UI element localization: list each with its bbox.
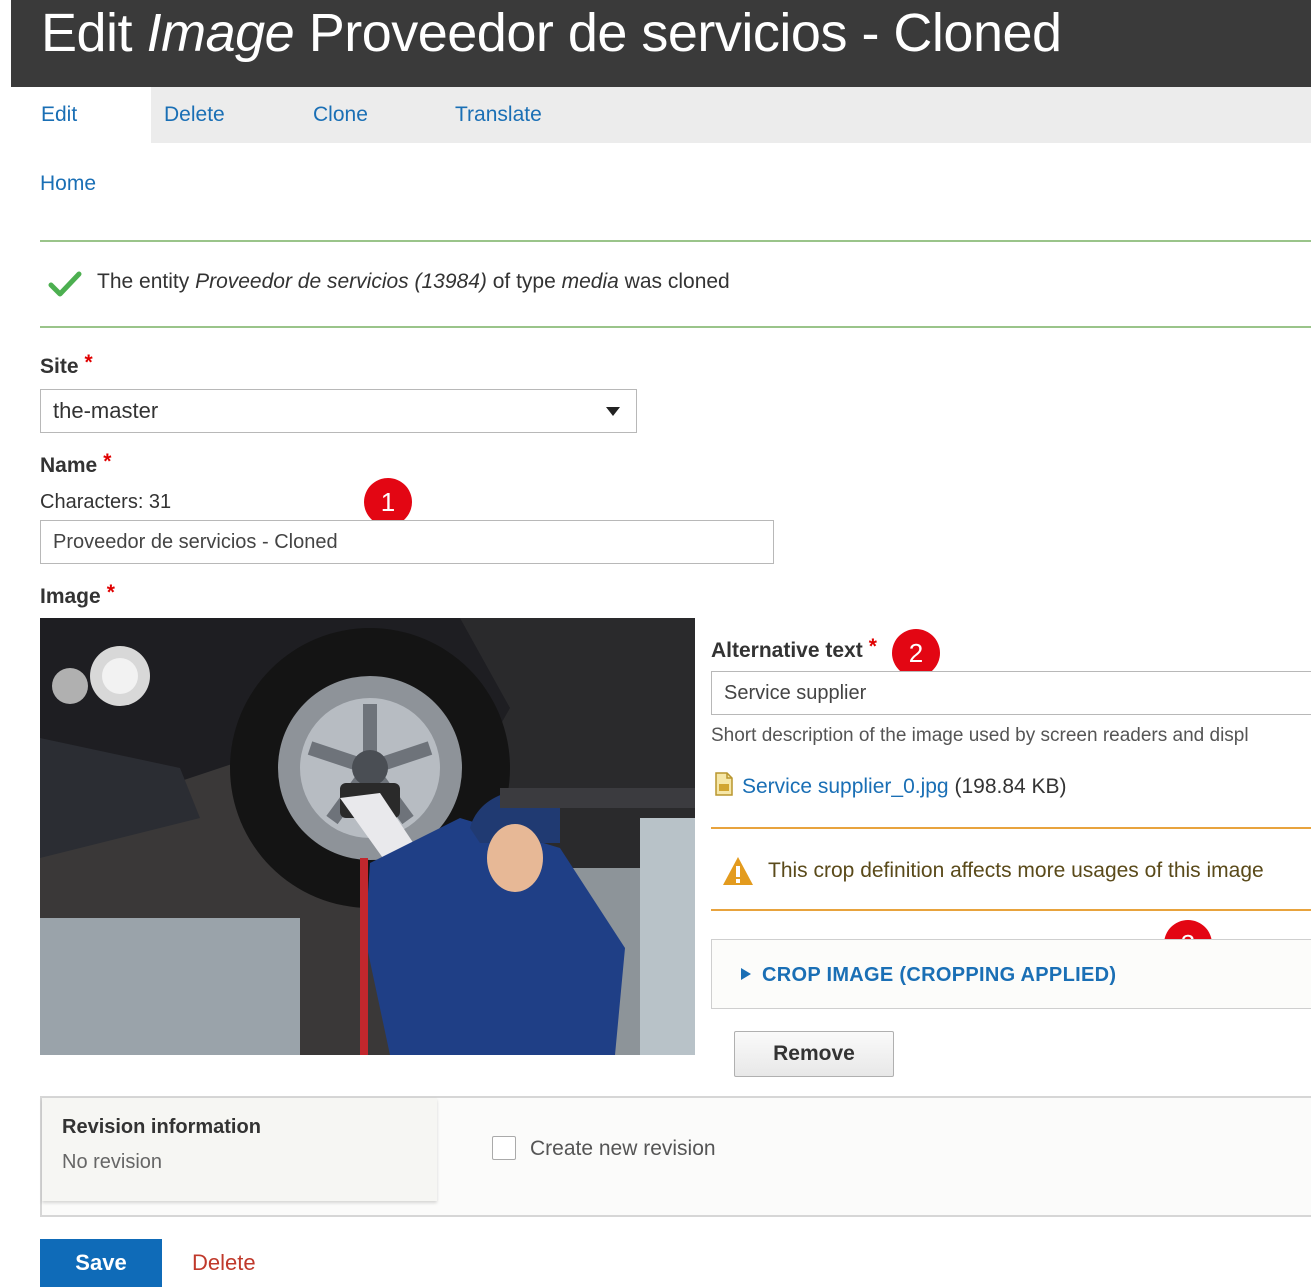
status-message: The entity Proveedor de servicios (13984… bbox=[40, 240, 1311, 328]
crop-image-summary[interactable]: CROP IMAGE (CROPPING APPLIED) bbox=[740, 964, 1116, 987]
name-field[interactable] bbox=[40, 520, 774, 564]
title-prefix: Edit bbox=[41, 3, 133, 63]
remove-button[interactable]: Remove bbox=[734, 1031, 894, 1077]
file-icon bbox=[715, 772, 733, 796]
name-label: Name * bbox=[40, 450, 112, 477]
alt-text-field[interactable] bbox=[711, 671, 1311, 715]
required-marker: * bbox=[868, 635, 877, 658]
revision-information: Revision information No revision Create … bbox=[40, 1096, 1311, 1217]
crop-image-details[interactable]: CROP IMAGE (CROPPING APPLIED) bbox=[711, 939, 1311, 1009]
file-link[interactable]: Service supplier_0.jpg bbox=[742, 775, 949, 798]
site-label: Site * bbox=[40, 351, 93, 378]
primary-tabs: Edit Delete Clone Translate bbox=[11, 87, 1311, 143]
delete-link[interactable]: Delete bbox=[192, 1250, 256, 1276]
revision-title: Revision information bbox=[62, 1116, 261, 1138]
required-marker: * bbox=[103, 450, 112, 473]
image-preview bbox=[40, 618, 695, 1055]
page-title: Edit Image Proveedor de servicios - Clon… bbox=[41, 2, 1062, 64]
image-label: Image * bbox=[40, 581, 115, 608]
annotation-badge-1: 1 bbox=[364, 478, 412, 526]
tab-delete[interactable]: Delete bbox=[164, 87, 225, 143]
tab-edit[interactable]: Edit bbox=[11, 87, 151, 143]
alt-text-help: Short description of the image used by s… bbox=[711, 725, 1249, 746]
site-select-value: the-master bbox=[53, 398, 159, 423]
title-type: Image bbox=[146, 3, 295, 63]
title-name: Proveedor de servicios - Cloned bbox=[308, 3, 1062, 63]
annotation-badge-2: 2 bbox=[892, 629, 940, 677]
required-marker: * bbox=[106, 581, 115, 604]
tab-clone[interactable]: Clone bbox=[313, 87, 368, 143]
site-select[interactable]: the-master bbox=[40, 389, 637, 433]
save-button[interactable]: Save bbox=[40, 1239, 162, 1287]
status-entity: Proveedor de servicios (13984) bbox=[195, 270, 487, 293]
crop-warning: This crop definition affects more usages… bbox=[711, 827, 1311, 911]
create-revision-checkbox[interactable] bbox=[492, 1136, 516, 1160]
tab-translate[interactable]: Translate bbox=[455, 87, 542, 143]
file-size: (198.84 KB) bbox=[954, 775, 1067, 798]
triangle-right-icon bbox=[741, 968, 751, 980]
revision-summary: No revision bbox=[62, 1151, 163, 1173]
mechanic-photo bbox=[40, 618, 695, 1055]
required-marker: * bbox=[84, 351, 93, 374]
page-header: Edit Image Proveedor de servicios - Clon… bbox=[11, 0, 1311, 87]
status-text: The entity Proveedor de servicios (13984… bbox=[97, 270, 730, 293]
revision-tab[interactable]: Revision information No revision bbox=[42, 1098, 437, 1201]
status-type: media bbox=[561, 270, 619, 293]
crop-warning-text: This crop definition affects more usages… bbox=[768, 859, 1264, 882]
breadcrumb-home[interactable]: Home bbox=[40, 172, 96, 196]
alt-text-label: Alternative text * bbox=[711, 635, 877, 662]
file-info: Service supplier_0.jpg (198.84 KB) bbox=[714, 772, 1067, 799]
warning-icon bbox=[723, 857, 753, 885]
caret-down-icon bbox=[606, 407, 620, 416]
check-icon bbox=[48, 271, 82, 297]
character-count: Characters: 31 bbox=[40, 491, 172, 513]
create-revision-label[interactable]: Create new revision bbox=[530, 1137, 716, 1161]
